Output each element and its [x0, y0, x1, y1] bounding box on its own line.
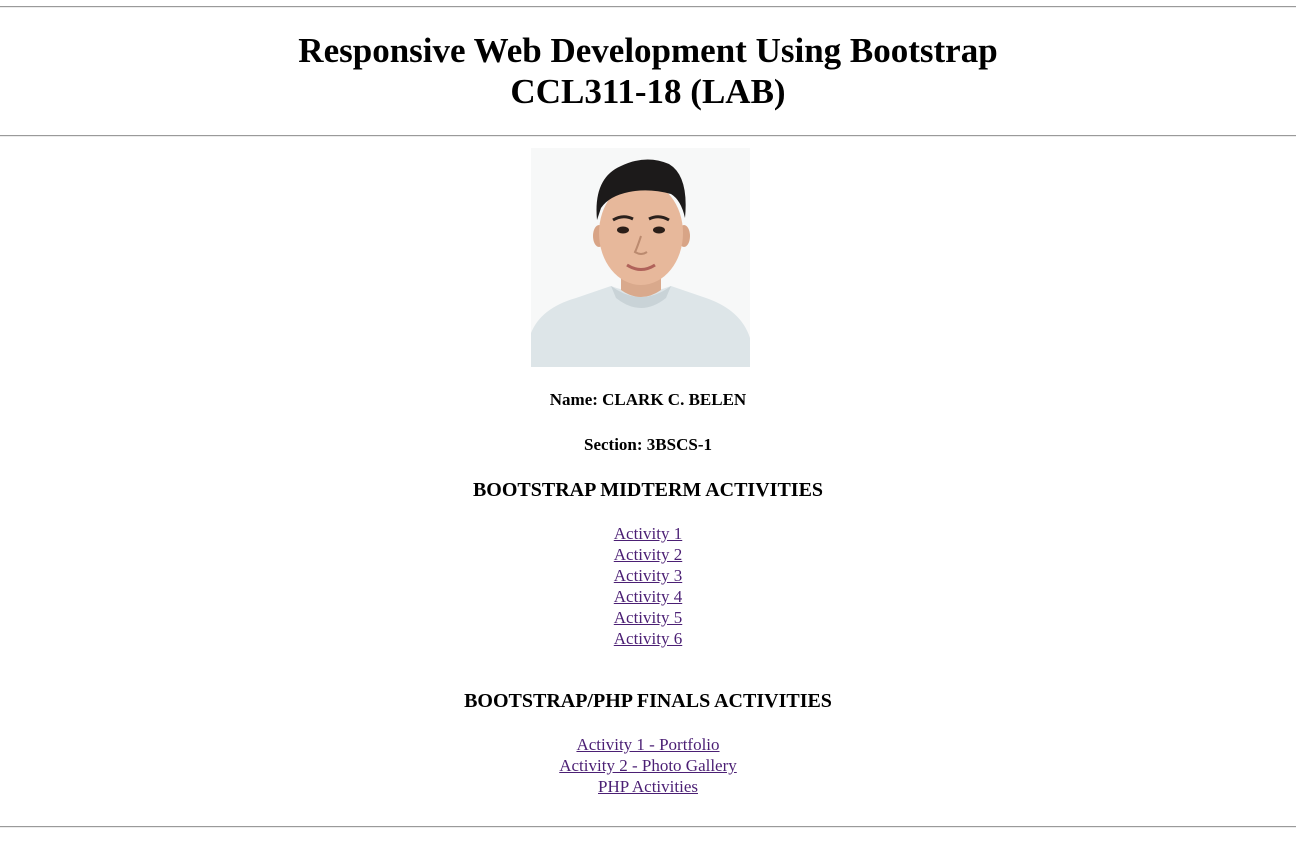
student-section: Section: 3BSCS-1	[584, 435, 712, 454]
list-item: PHP Activities	[0, 776, 1296, 797]
student-name: Name: CLARK C. BELEN	[549, 390, 747, 409]
photo-eye-right	[653, 226, 665, 234]
header-divider	[0, 135, 1296, 137]
midterm-activity-6-link[interactable]: Activity 6	[614, 629, 682, 648]
finals-activity-list: Activity 1 - Portfolio Activity 2 - Phot…	[0, 734, 1296, 797]
midterm-activity-4-link[interactable]: Activity 4	[614, 587, 682, 606]
profile-photo	[531, 148, 750, 367]
page-title-line-1: Responsive Web Development Using Bootstr…	[298, 31, 998, 70]
php-activities-link[interactable]: PHP Activities	[598, 777, 698, 796]
midterm-activity-5-link[interactable]: Activity 5	[614, 608, 682, 627]
list-item: Activity 1	[0, 523, 1296, 544]
bottom-divider	[0, 826, 1296, 828]
list-item: Activity 2 - Photo Gallery	[0, 755, 1296, 776]
page-title-line-2: CCL311-18 (LAB)	[510, 72, 786, 111]
list-item: Activity 2	[0, 544, 1296, 565]
midterm-activity-1-link[interactable]: Activity 1	[614, 524, 682, 543]
midterm-activity-list: Activity 1 Activity 2 Activity 3 Activit…	[0, 523, 1296, 649]
list-item: Activity 1 - Portfolio	[0, 734, 1296, 755]
finals-photo-gallery-link[interactable]: Activity 2 - Photo Gallery	[559, 756, 737, 775]
midterm-activity-2-link[interactable]: Activity 2	[614, 545, 682, 564]
finals-heading: BOOTSTRAP/PHP FINALS ACTIVITIES	[464, 690, 832, 712]
list-item: Activity 6	[0, 628, 1296, 649]
midterm-heading: BOOTSTRAP MIDTERM ACTIVITIES	[472, 479, 824, 501]
list-item: Activity 4	[0, 586, 1296, 607]
list-item: Activity 5	[0, 607, 1296, 628]
photo-eye-left	[617, 226, 629, 234]
list-item: Activity 3	[0, 565, 1296, 586]
finals-portfolio-link[interactable]: Activity 1 - Portfolio	[576, 735, 719, 754]
page-title: Responsive Web Development Using Bootstr…	[0, 30, 1296, 112]
midterm-activity-3-link[interactable]: Activity 3	[614, 566, 682, 585]
top-divider	[0, 6, 1296, 8]
